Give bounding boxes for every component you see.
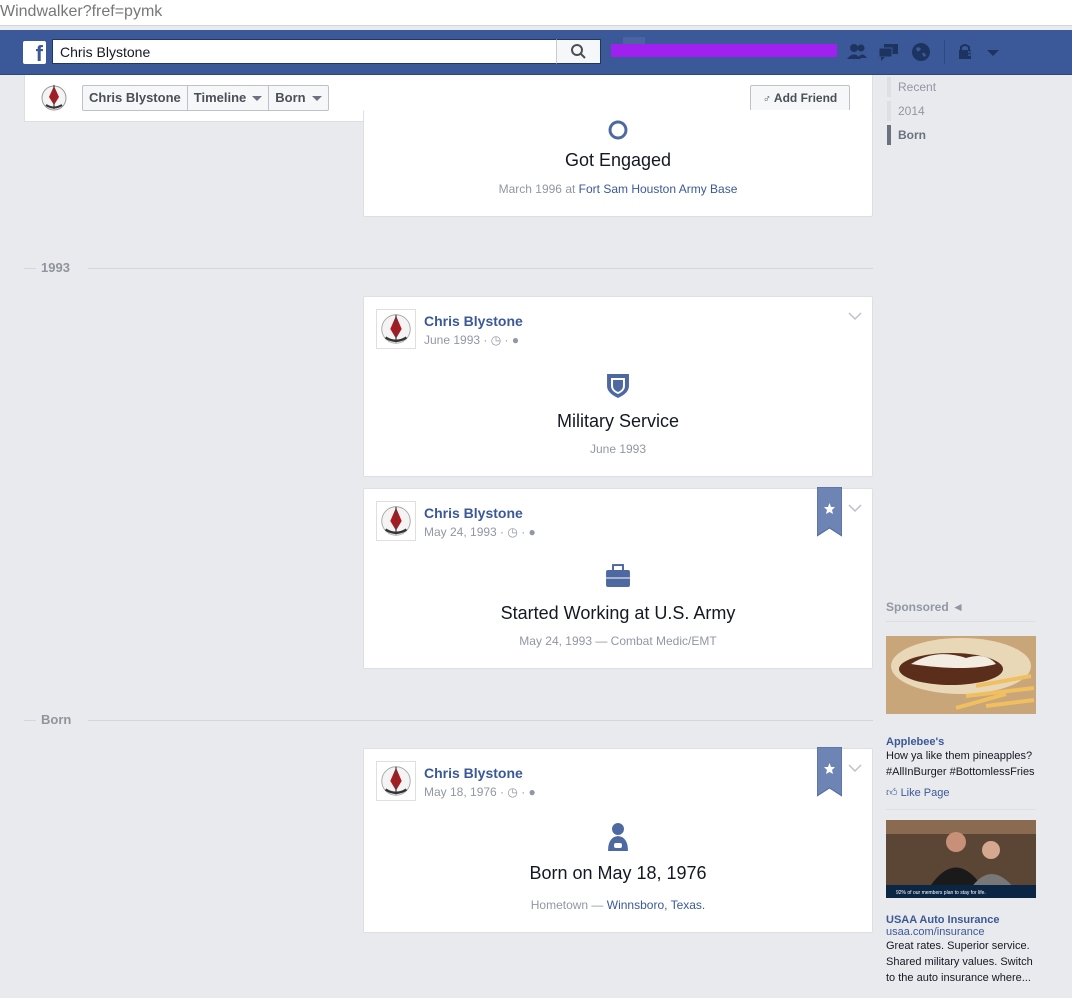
friend-requests-icon[interactable] [846, 42, 868, 62]
post-date: June 1993 · ◷ · ● [424, 333, 520, 347]
megaphone-icon: ◄ [952, 600, 964, 614]
privacy-lock-icon[interactable] [956, 42, 978, 62]
life-event-title: Got Engaged [564, 150, 672, 170]
baby-icon [608, 823, 628, 851]
timeline-section-1993: 1993 [24, 259, 873, 279]
section-year-label: 1993 [41, 260, 70, 275]
scrubber-item-2014[interactable]: 2014 [887, 101, 967, 121]
search-value: Chris Blystone [60, 44, 151, 60]
breadcrumb-born-dropdown[interactable]: Born [269, 86, 327, 110]
life-event-subtitle: June 1993 [589, 442, 647, 456]
ad-text-line: to the auto insurance where... [886, 972, 1031, 984]
public-globe-icon[interactable]: ● [529, 785, 536, 799]
public-globe-icon[interactable]: ● [512, 333, 519, 347]
post-options-chevron-down-icon[interactable] [848, 763, 862, 773]
highlight-star-ribbon-icon[interactable] [817, 487, 842, 537]
ad-text-line: #AllInBurger #BottomlessFries [886, 766, 1035, 778]
post-options-chevron-down-icon[interactable] [848, 311, 862, 321]
search-icon [571, 44, 586, 59]
place-link[interactable]: Fort Sam Houston Army Base [579, 182, 738, 196]
clock-icon: ◷ [507, 785, 518, 799]
life-event-card-born: Chris Blystone May 18, 1976 · ◷ · ● Born… [363, 747, 873, 933]
ad-image-burger[interactable] [886, 636, 1036, 714]
life-event-card-military: Chris Blystone June 1993 · ◷ · ● Militar… [363, 296, 873, 477]
timeline-scrubber: Recent 2014 Born [887, 75, 947, 155]
life-event-subtitle: March 1996 at Fort Sam Houston Army Base [498, 182, 738, 196]
timeline-section-born: Born [24, 711, 873, 731]
life-event-subtitle: May 24, 1993 — Combat Medic/EMT [519, 634, 717, 648]
redacted-name [611, 44, 837, 57]
post-date: May 24, 1993 · ◷ · ● [424, 525, 536, 539]
life-event-card-work: Chris Blystone May 24, 1993 · ◷ · ● Star… [363, 487, 873, 669]
chevron-down-icon [311, 95, 322, 101]
like-page-button[interactable]: 👍︎ Like Page [886, 786, 1036, 799]
hometown-link[interactable]: Winnsboro, Texas. [607, 898, 706, 912]
avatar[interactable] [376, 501, 416, 541]
url-text: Windwalker?fref=pymk [0, 3, 163, 20]
shield-icon [607, 374, 629, 398]
life-event-card-engaged: Got Engaged March 1996 at Fort Sam Houst… [363, 110, 873, 217]
timeline-breadcrumb: Chris Blystone Timeline Born [82, 85, 329, 111]
life-event-title: Started Working at U.S. Army [500, 603, 736, 623]
ad-title-link[interactable]: USAA Auto Insurance [886, 914, 1036, 926]
thumbs-up-icon: 👍︎ [886, 787, 898, 799]
clock-icon: ◷ [507, 525, 518, 539]
engagement-ring-icon [608, 120, 628, 140]
avatar[interactable] [376, 761, 416, 801]
post-author-link[interactable]: Chris Blystone [424, 765, 523, 781]
profile-picture-thumb[interactable] [40, 83, 68, 113]
nav-divider [944, 40, 945, 64]
account-menu-chevron-down-icon[interactable] [986, 42, 1000, 62]
public-globe-icon[interactable]: ● [529, 525, 536, 539]
browser-url-bar[interactable]: Windwalker?fref=pymk [0, 0, 1072, 26]
chevron-down-icon [252, 95, 263, 101]
scrubber-item-born[interactable]: Born [887, 125, 967, 145]
scrubber-item-recent[interactable]: Recent [887, 77, 967, 97]
ad-title-link[interactable]: Applebee's [886, 736, 1036, 748]
ad-image-usaa[interactable]: 92% of our members plan to stay for life… [886, 820, 1036, 898]
ad-banner-text: 92% of our members plan to stay for life… [896, 890, 986, 896]
briefcase-icon [606, 564, 630, 587]
life-event-title: Military Service [556, 411, 680, 431]
add-friend-button[interactable]: ♂ Add Friend [750, 85, 850, 112]
life-event-title: Born on May 18, 1976 [529, 863, 707, 883]
notifications-globe-icon[interactable] [910, 42, 932, 62]
top-navigation-bar: f Chris Blystone [0, 30, 1072, 75]
ad-text-line: Great rates. Superior service. [886, 940, 1030, 952]
post-options-chevron-down-icon[interactable] [848, 503, 862, 513]
ad-url-link[interactable]: usaa.com/insurance [886, 926, 1036, 938]
breadcrumb-profile-name[interactable]: Chris Blystone [83, 86, 188, 110]
sponsored-header[interactable]: Sponsored ◄ [886, 600, 1036, 614]
avatar[interactable] [376, 309, 416, 349]
post-author-link[interactable]: Chris Blystone [424, 313, 523, 329]
search-input[interactable]: Chris Blystone [52, 39, 557, 64]
section-year-label: Born [41, 712, 72, 727]
clock-icon: ◷ [490, 333, 502, 347]
add-friend-icon: ♂ [762, 93, 772, 105]
search-button[interactable] [556, 39, 601, 64]
ad-text-line: Shared military values. Switch [886, 956, 1033, 968]
highlight-star-ribbon-icon[interactable] [817, 747, 842, 797]
ad-text-line: How ya like them pineapples? [886, 750, 1033, 762]
sponsored-ads-column: Sponsored ◄ Applebee's How ya like them … [886, 600, 1036, 986]
post-author-link[interactable]: Chris Blystone [424, 505, 523, 521]
breadcrumb-timeline-dropdown[interactable]: Timeline [188, 86, 270, 110]
facebook-logo-icon[interactable]: f [23, 41, 46, 64]
messages-icon[interactable] [878, 42, 900, 62]
post-date: May 18, 1976 · ◷ · ● [424, 785, 536, 799]
life-event-subtitle: Hometown — Winnsboro, Texas. [530, 898, 706, 912]
